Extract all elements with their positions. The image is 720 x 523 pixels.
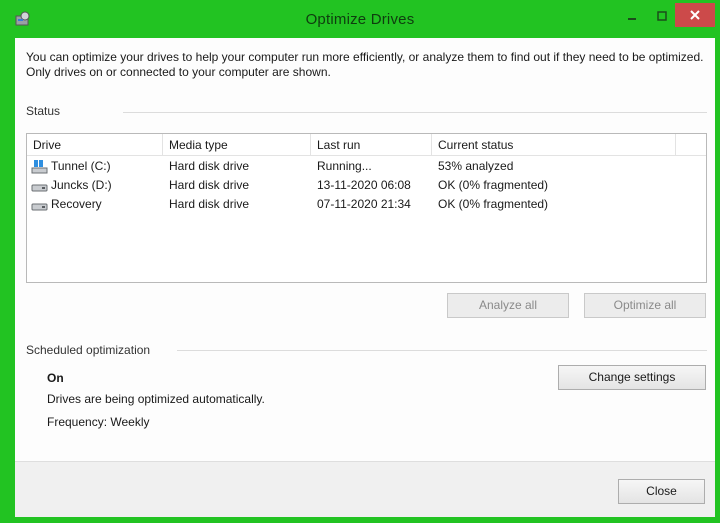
- minimize-button[interactable]: [620, 4, 644, 28]
- drive-media-type: Hard disk drive: [169, 159, 250, 173]
- column-header-last-run[interactable]: Last run: [311, 134, 432, 156]
- drive-last-run: 07-11-2020 21:34: [317, 197, 411, 211]
- drive-last-run: Running...: [317, 159, 372, 173]
- drive-current-status: 53% analyzed: [438, 159, 514, 173]
- scheduled-divider: [177, 350, 707, 351]
- drive-media-type: Hard disk drive: [169, 197, 250, 211]
- drive-name: Juncks (D:): [51, 178, 112, 192]
- optimize-all-button[interactable]: Optimize all: [584, 293, 706, 318]
- window-title: Optimize Drives: [305, 11, 415, 28]
- drive-media-type: Hard disk drive: [169, 178, 250, 192]
- system-drive-icon: [31, 159, 48, 174]
- analyze-all-button[interactable]: Analyze all: [447, 293, 569, 318]
- drive-name: Tunnel (C:): [51, 159, 111, 173]
- scheduled-section-label: Scheduled optimization: [26, 343, 151, 357]
- drive-row[interactable]: Juncks (D:) Hard disk drive 13-11-2020 0…: [27, 176, 706, 195]
- column-header-drive[interactable]: Drive: [27, 134, 163, 156]
- hard-drive-icon: [31, 197, 48, 212]
- drive-name: Recovery: [51, 197, 102, 211]
- column-header-media-type[interactable]: Media type: [163, 134, 311, 156]
- dialog-footer: Close: [15, 461, 715, 517]
- schedule-message: Drives are being optimized automatically…: [47, 392, 265, 406]
- drive-current-status: OK (0% fragmented): [438, 197, 549, 211]
- drive-list[interactable]: Drive Media type Last run Current status…: [26, 133, 707, 283]
- column-header-current-status[interactable]: Current status: [432, 134, 676, 156]
- drive-row[interactable]: Tunnel (C:) Hard disk drive Running... 5…: [27, 157, 706, 176]
- description-text: You can optimize your drives to help you…: [26, 50, 704, 79]
- close-button[interactable]: Close: [618, 479, 705, 504]
- drive-current-status: OK (0% fragmented): [438, 178, 549, 192]
- minimize-icon: [628, 18, 636, 20]
- status-section-label: Status: [26, 104, 61, 118]
- client-area: You can optimize your drives to help you…: [15, 38, 715, 517]
- maximize-icon: [657, 11, 667, 21]
- change-settings-button[interactable]: Change settings: [558, 365, 706, 390]
- schedule-state: On: [47, 371, 64, 385]
- schedule-frequency: Frequency: Weekly: [47, 415, 150, 429]
- optimize-drives-window: Optimize Drives You can optimize your dr…: [0, 0, 720, 523]
- status-divider: [123, 112, 707, 113]
- title-bar[interactable]: Optimize Drives: [0, 0, 720, 38]
- hard-drive-icon: [31, 178, 48, 193]
- maximize-button[interactable]: [650, 4, 674, 28]
- drive-list-header: Drive Media type Last run Current status: [27, 134, 706, 156]
- close-window-button[interactable]: [675, 3, 715, 27]
- drive-row[interactable]: Recovery Hard disk drive 07-11-2020 21:3…: [27, 195, 706, 214]
- close-icon: [690, 10, 700, 20]
- drive-last-run: 13-11-2020 06:08: [317, 178, 411, 192]
